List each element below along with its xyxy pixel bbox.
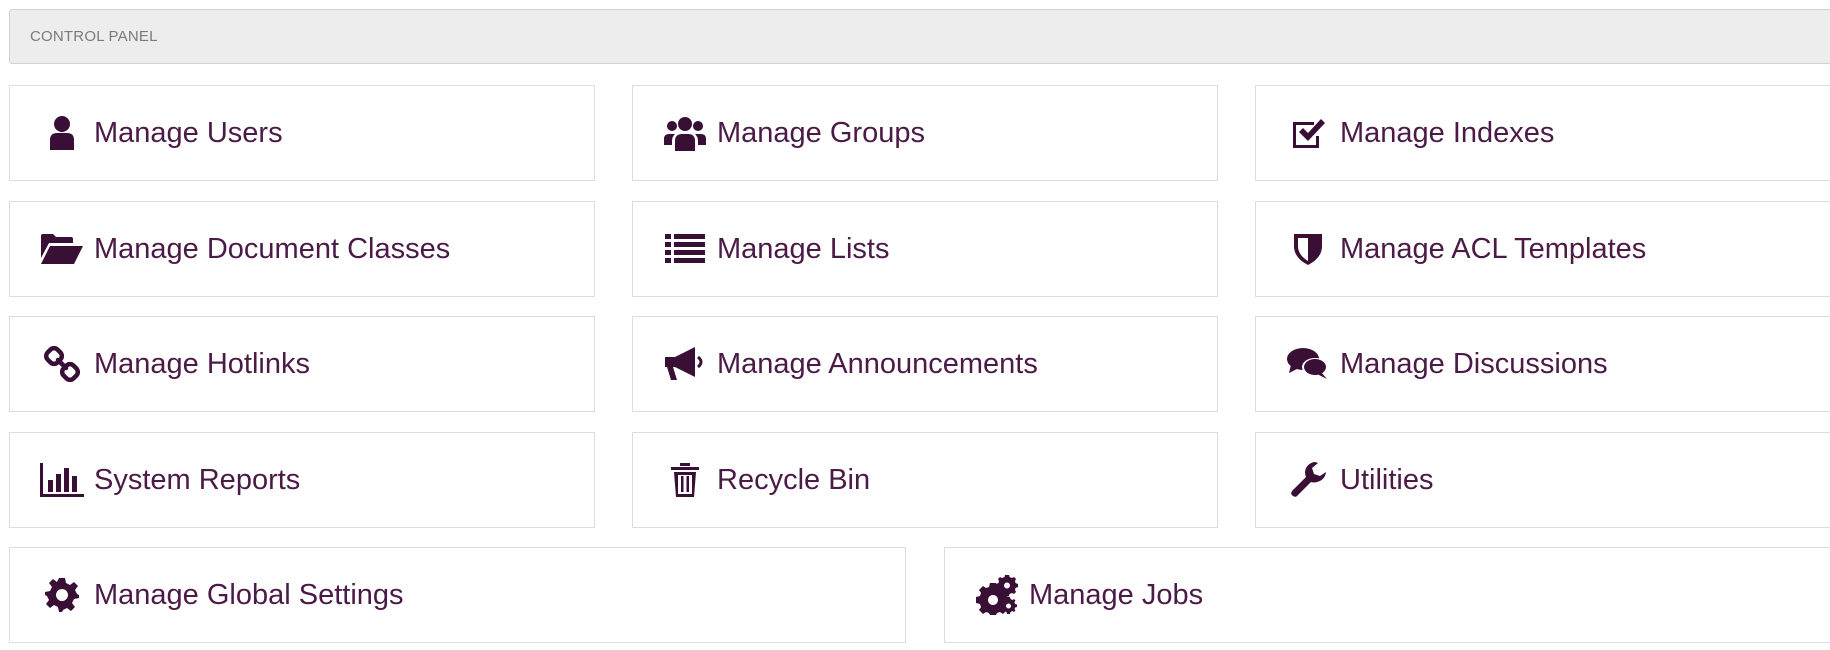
check-square-icon [1286, 111, 1330, 155]
manage-announcements-label: Manage Announcements [717, 347, 1038, 380]
users-icon [663, 111, 707, 155]
trash-icon [663, 458, 707, 502]
list-icon [663, 227, 707, 271]
system-reports-tile[interactable]: System Reports [9, 432, 595, 528]
manage-groups-label: Manage Groups [717, 116, 925, 149]
manage-groups-tile[interactable]: Manage Groups [632, 85, 1218, 181]
manage-users-label: Manage Users [94, 116, 283, 149]
control-panel-header: CONTROL PANEL [9, 9, 1830, 64]
recycle-bin-label: Recycle Bin [717, 463, 871, 496]
megaphone-icon [663, 342, 707, 386]
recycle-bin-tile[interactable]: Recycle Bin [632, 432, 1218, 528]
manage-users-tile[interactable]: Manage Users [9, 85, 595, 181]
shield-icon [1286, 227, 1330, 271]
manage-indexes-label: Manage Indexes [1340, 116, 1555, 149]
manage-document-classes-label: Manage Document Classes [94, 232, 451, 265]
gear-icon [40, 573, 84, 617]
manage-acl-templates-tile[interactable]: Manage ACL Templates [1255, 201, 1830, 297]
manage-discussions-label: Manage Discussions [1340, 347, 1608, 380]
system-reports-label: System Reports [94, 463, 301, 496]
manage-acl-templates-label: Manage ACL Templates [1340, 232, 1647, 265]
manage-discussions-tile[interactable]: Manage Discussions [1255, 316, 1830, 412]
manage-indexes-tile[interactable]: Manage Indexes [1255, 85, 1830, 181]
manage-global-settings-label: Manage Global Settings [94, 578, 404, 611]
manage-hotlinks-tile[interactable]: Manage Hotlinks [9, 316, 595, 412]
manage-global-settings-tile[interactable]: Manage Global Settings [9, 547, 906, 643]
bar-chart-icon [40, 458, 84, 502]
manage-lists-label: Manage Lists [717, 232, 890, 265]
wrench-icon [1286, 458, 1330, 502]
manage-lists-tile[interactable]: Manage Lists [632, 201, 1218, 297]
manage-announcements-tile[interactable]: Manage Announcements [632, 316, 1218, 412]
user-icon [40, 111, 84, 155]
manage-jobs-label: Manage Jobs [1029, 578, 1204, 611]
chain-link-icon [40, 342, 84, 386]
comments-icon [1286, 342, 1330, 386]
page-title: CONTROL PANEL [30, 28, 158, 45]
manage-jobs-tile[interactable]: Manage Jobs [944, 547, 1830, 643]
folder-open-icon [40, 227, 84, 271]
utilities-label: Utilities [1340, 463, 1434, 496]
gears-icon [975, 573, 1019, 617]
utilities-tile[interactable]: Utilities [1255, 432, 1830, 528]
manage-document-classes-tile[interactable]: Manage Document Classes [9, 201, 595, 297]
manage-hotlinks-label: Manage Hotlinks [94, 347, 310, 380]
